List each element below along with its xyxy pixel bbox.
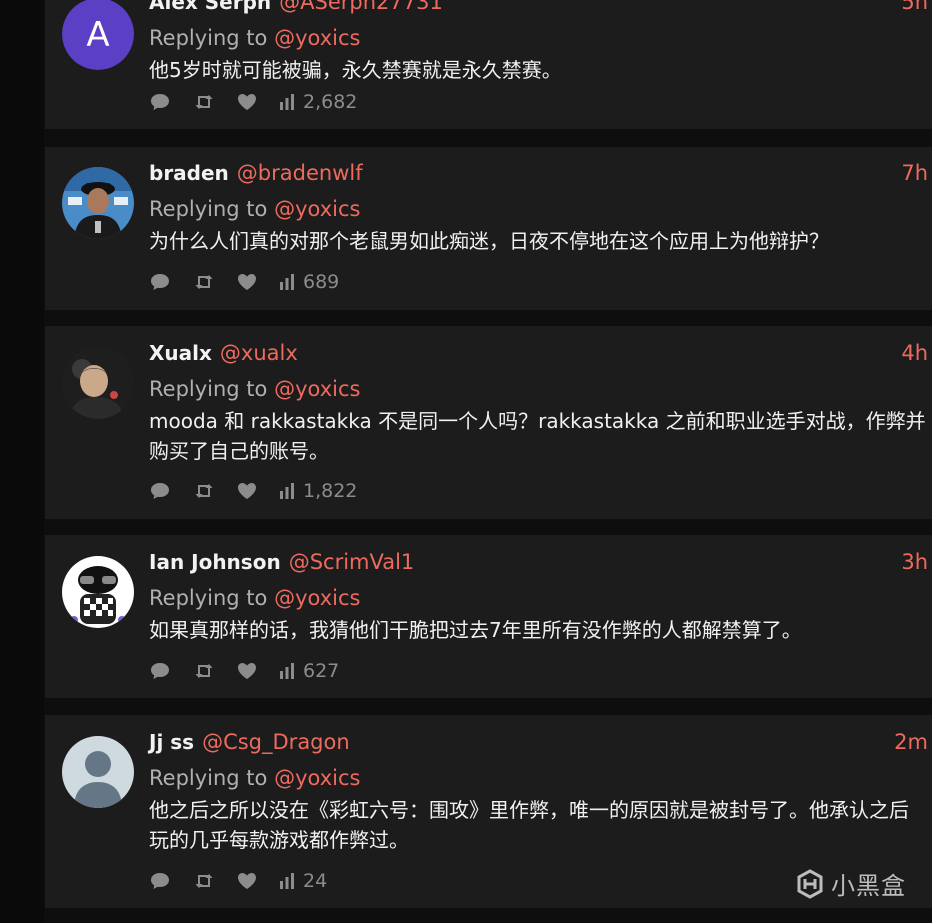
retweet-icon (195, 275, 213, 289)
retweet-button[interactable] (193, 273, 215, 291)
reply-to-handle[interactable]: @yoxics (274, 586, 360, 610)
bar-chart-icon (280, 483, 294, 499)
views-button[interactable]: 1,822 (279, 480, 357, 502)
comment-icon (151, 663, 169, 679)
author-name[interactable]: Xualx (149, 341, 212, 365)
avatar[interactable] (62, 736, 134, 808)
comment-icon (151, 873, 169, 889)
replying-to: Replying to @yoxics (149, 26, 361, 50)
like-button[interactable] (237, 872, 257, 890)
author-handle[interactable]: @Csg_Dragon (202, 730, 350, 754)
comment-icon (151, 274, 169, 290)
action-bar: 1,822 (149, 479, 379, 503)
views-button[interactable]: 24 (279, 870, 327, 892)
reply-button[interactable] (149, 272, 171, 292)
author-name[interactable]: braden (149, 161, 229, 185)
like-button[interactable] (237, 93, 257, 111)
reply-to-handle[interactable]: @yoxics (274, 377, 360, 401)
comment-icon (151, 483, 169, 499)
heart-icon (238, 94, 256, 110)
timestamp[interactable]: 3h (901, 550, 928, 574)
timestamp[interactable]: 7h (901, 161, 928, 185)
action-bar: 2,682 (149, 90, 379, 114)
reply-card[interactable]: Xualx @xualx 4h Replying to @yoxics mooda… (45, 326, 932, 519)
retweet-icon (195, 874, 213, 888)
bar-chart-icon (280, 94, 294, 110)
timestamp[interactable]: 5h (901, 0, 928, 14)
views-count: 627 (303, 660, 340, 682)
comment-icon (151, 94, 169, 110)
reply-feed: A Alex Serph @ASerph27731 5h Replying to … (45, 0, 932, 923)
retweet-icon (195, 664, 213, 678)
heart-icon (238, 663, 256, 679)
reply-card[interactable]: A Alex Serph @ASerph27731 5h Replying to … (45, 0, 932, 129)
author-name[interactable]: Ian Johnson (149, 550, 281, 574)
reply-button[interactable] (149, 92, 171, 112)
author-name[interactable]: Jj ss (149, 730, 194, 754)
timestamp[interactable]: 4h (901, 341, 928, 365)
retweet-button[interactable] (193, 482, 215, 500)
author-handle[interactable]: @ScrimVal1 (289, 550, 415, 574)
views-count: 1,822 (303, 480, 358, 502)
reply-to-handle[interactable]: @yoxics (274, 197, 360, 221)
replying-to: Replying to @yoxics (149, 766, 361, 790)
reply-card[interactable]: braden @bradenwlf 7h Replying to @yoxics … (45, 147, 932, 310)
reply-to-handle[interactable]: @yoxics (274, 26, 360, 50)
heart-icon (238, 274, 256, 290)
avatar[interactable]: A (62, 0, 134, 70)
reply-text: 他5岁时就可能被骗，永久禁赛就是永久禁赛。 (149, 58, 562, 82)
xiaoheihe-logo-icon (797, 868, 823, 899)
replying-to: Replying to @yoxics (149, 586, 361, 610)
retweet-button[interactable] (193, 662, 215, 680)
reply-button[interactable] (149, 871, 171, 891)
watermark: 小黑盒 (795, 866, 906, 901)
bar-chart-icon (280, 274, 294, 290)
heart-icon (238, 483, 256, 499)
left-sidebar-strip (0, 0, 44, 923)
avatar[interactable] (62, 347, 134, 419)
heart-icon (238, 873, 256, 889)
avatar[interactable] (62, 556, 134, 628)
author-handle[interactable]: @bradenwlf (237, 161, 363, 185)
views-button[interactable]: 627 (279, 660, 339, 682)
timestamp[interactable]: 2m (894, 730, 928, 754)
reply-text: 为什么人们真的对那个老鼠男如此痴迷，日夜不停地在这个应用上为他辩护？ (149, 229, 829, 253)
reply-button[interactable] (149, 661, 171, 681)
views-count: 2,682 (303, 91, 358, 113)
retweet-icon (195, 484, 213, 498)
reply-card[interactable]: Ian Johnson @ScrimVal1 3h Replying to @yo… (45, 535, 932, 698)
author-handle[interactable]: @ASerph27731 (279, 0, 443, 14)
retweet-button[interactable] (193, 872, 215, 890)
author-name[interactable]: Alex Serph (149, 0, 271, 14)
action-bar: 24 (149, 869, 349, 893)
views-count: 24 (303, 870, 328, 892)
reply-text: mooda 和 rakkastakka 不是同一个人吗？rakkastakka … (149, 409, 926, 463)
bar-chart-icon (280, 873, 294, 889)
action-bar: 689 (149, 270, 361, 294)
retweet-icon (195, 95, 213, 109)
watermark-text: 小黑盒 (831, 872, 906, 900)
reply-text: 如果真那样的话，我猜他们干脆把过去7年里所有没作弊的人都解禁算了。 (149, 618, 802, 642)
replying-to: Replying to @yoxics (149, 377, 361, 401)
action-bar: 627 (149, 659, 361, 683)
reply-button[interactable] (149, 481, 171, 501)
author-handle[interactable]: @xualx (220, 341, 298, 365)
like-button[interactable] (237, 662, 257, 680)
reply-text: 他之后之所以没在《彩虹六号：围攻》里作弊，唯一的原因就是被封号了。他承认之后玩的… (149, 798, 909, 852)
reply-to-handle[interactable]: @yoxics (274, 766, 360, 790)
like-button[interactable] (237, 482, 257, 500)
views-button[interactable]: 689 (279, 271, 339, 293)
views-count: 689 (303, 271, 340, 293)
like-button[interactable] (237, 273, 257, 291)
avatar[interactable] (62, 167, 134, 239)
retweet-button[interactable] (193, 93, 215, 111)
replying-to: Replying to @yoxics (149, 197, 361, 221)
page: A Alex Serph @ASerph27731 5h Replying to … (0, 0, 932, 923)
svg-text:A: A (86, 15, 109, 55)
views-button[interactable]: 2,682 (279, 91, 357, 113)
bar-chart-icon (280, 663, 294, 679)
